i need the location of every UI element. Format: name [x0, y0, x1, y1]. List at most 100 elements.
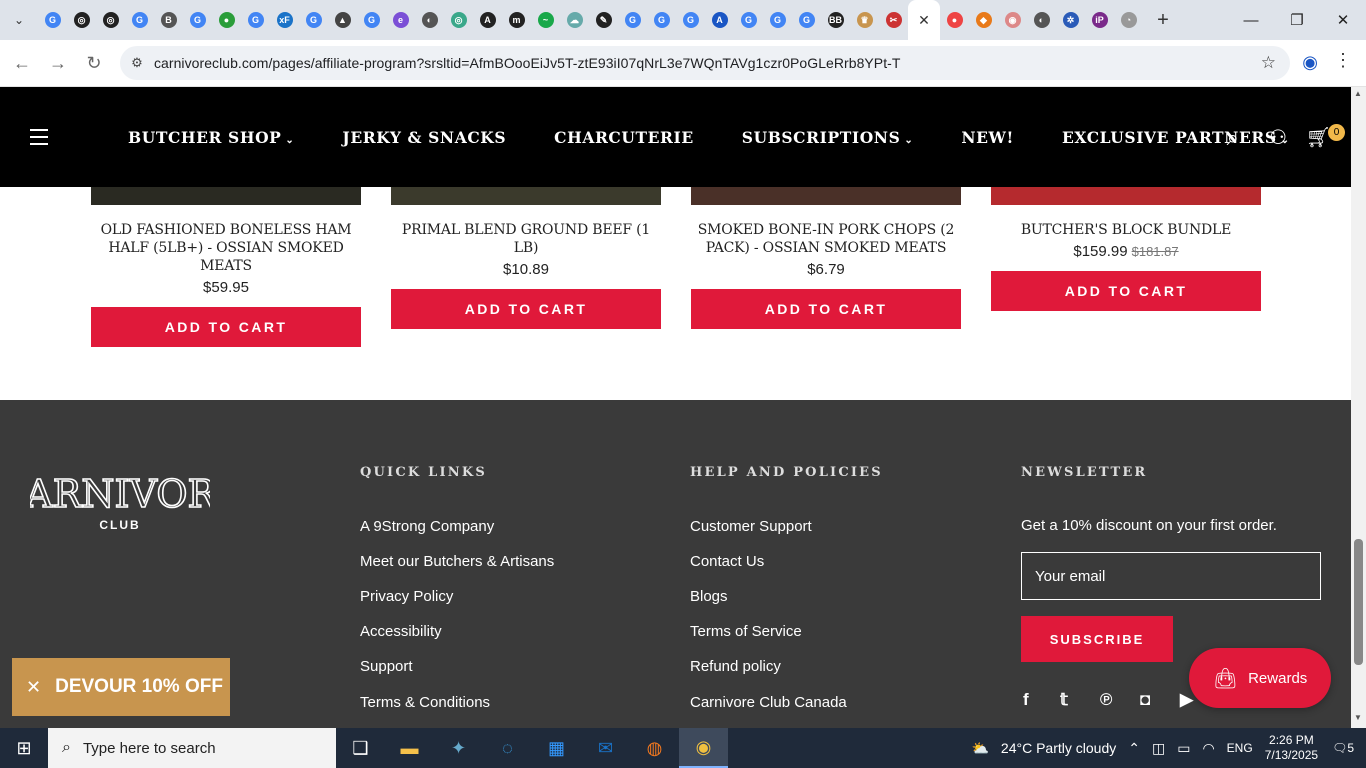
browser-tab[interactable]: G	[241, 0, 270, 40]
product-image[interactable]	[91, 187, 361, 205]
carnivore-club-logo[interactable]: CARNIVORE CLUB	[30, 463, 210, 543]
edge-icon[interactable]: ◌	[483, 728, 532, 768]
footer-link[interactable]: Meet our Butchers & Artisans	[360, 553, 554, 570]
browser-tab[interactable]: G	[357, 0, 386, 40]
browser-tab[interactable]: ●	[212, 0, 241, 40]
forward-arrow-icon[interactable]: →	[40, 45, 76, 81]
footer-link[interactable]: Terms & Conditions	[360, 694, 490, 711]
twitter-icon[interactable]: 𝕥	[1060, 690, 1068, 710]
reload-icon[interactable]: ↻	[76, 45, 112, 81]
product-title[interactable]: BUTCHER'S BLOCK BUNDLE	[991, 221, 1261, 239]
browser-tab[interactable]: G	[299, 0, 328, 40]
browser-tab[interactable]: e	[386, 0, 415, 40]
browser-tab[interactable]: ◆	[969, 0, 998, 40]
nav-item[interactable]: SUBSCRIPTIONS ⌄	[742, 128, 914, 147]
facebook-icon[interactable]: f	[1023, 690, 1029, 710]
search-icon[interactable]: ⌕	[1227, 125, 1239, 151]
browser-tab[interactable]: ~	[531, 0, 560, 40]
add-to-cart-button[interactable]: ADD TO CART	[691, 289, 961, 329]
footer-link[interactable]: Contact Us	[690, 553, 764, 570]
footer-link[interactable]: Customer Support	[690, 518, 812, 535]
clock[interactable]: 2:26 PM 7/13/2025	[1265, 733, 1318, 763]
task-view-icon[interactable]: ❑	[336, 728, 385, 768]
file-explorer-icon[interactable]: ▬	[385, 728, 434, 768]
windows-start-icon[interactable]: ⊞	[0, 728, 48, 768]
footer-link[interactable]: A 9Strong Company	[360, 518, 494, 535]
browser-tab[interactable]: A	[705, 0, 734, 40]
browser-tab[interactable]: xF	[270, 0, 299, 40]
product-title[interactable]: PRIMAL BLEND GROUND BEEF (1 LB)	[391, 221, 661, 257]
browser-tab[interactable]: ✎	[589, 0, 618, 40]
browser-tab[interactable]: G	[183, 0, 212, 40]
add-to-cart-button[interactable]: ADD TO CART	[91, 307, 361, 347]
page-scrollbar[interactable]: ▲ ▼	[1351, 87, 1366, 728]
browser-tab[interactable]: G	[38, 0, 67, 40]
footer-link[interactable]: Carnivore Club Canada	[690, 694, 847, 711]
browser-tab[interactable]: ◉	[998, 0, 1027, 40]
new-tab-button[interactable]: +	[1149, 6, 1177, 34]
nav-item[interactable]: JERKY & SNACKS	[342, 128, 506, 147]
browser-tab[interactable]: m	[502, 0, 531, 40]
add-to-cart-button[interactable]: ADD TO CART	[391, 289, 661, 329]
browser-tab[interactable]: G	[618, 0, 647, 40]
language-indicator[interactable]: ENG	[1227, 741, 1253, 755]
scroll-up-icon[interactable]: ▲	[1354, 89, 1362, 98]
hamburger-menu-icon[interactable]	[30, 129, 48, 150]
notification-icon[interactable]: 🗨︎5	[1332, 741, 1354, 755]
chrome-icon[interactable]: ◉	[679, 728, 728, 768]
product-image[interactable]	[691, 187, 961, 205]
pinterest-icon[interactable]: ℗	[1100, 690, 1113, 710]
footer-link[interactable]: Blogs	[690, 588, 728, 605]
browser-tab[interactable]: A	[473, 0, 502, 40]
store-icon[interactable]: ▦	[532, 728, 581, 768]
browser-tab[interactable]: ✂	[879, 0, 908, 40]
active-browser-tab[interactable]: ✕	[908, 0, 940, 40]
profile-icon[interactable]: ◉	[1302, 52, 1318, 73]
scrollbar-thumb[interactable]	[1354, 539, 1363, 665]
browser-tab[interactable]: B	[154, 0, 183, 40]
copilot-icon[interactable]: ✦	[434, 728, 483, 768]
weather-text[interactable]: 24°C Partly cloudy	[1001, 740, 1116, 756]
browser-tab[interactable]: ◎	[67, 0, 96, 40]
browser-tab[interactable]: ●	[940, 0, 969, 40]
browser-tab[interactable]: G	[792, 0, 821, 40]
browser-tab[interactable]: ♛	[850, 0, 879, 40]
bookmark-star-icon[interactable]: ☆	[1261, 53, 1276, 73]
nav-item[interactable]: EXCLUSIVE PARTNERS ⌄	[1062, 128, 1290, 147]
footer-link[interactable]: Support	[360, 658, 413, 675]
browser-tab[interactable]: G	[647, 0, 676, 40]
browser-tab[interactable]: ▲	[328, 0, 357, 40]
scroll-down-icon[interactable]: ▼	[1354, 713, 1362, 722]
battery-icon[interactable]: ▭	[1177, 740, 1190, 757]
close-tab-icon[interactable]: ✕	[918, 12, 930, 29]
address-bar[interactable]: ⚙ carnivoreclub.com/pages/affiliate-prog…	[120, 46, 1290, 80]
subscribe-button[interactable]: SUBSCRIBE	[1021, 616, 1173, 662]
browser-tab[interactable]: ✲	[1056, 0, 1085, 40]
nav-item[interactable]: NEW!	[961, 128, 1014, 147]
url-text[interactable]: carnivoreclub.com/pages/affiliate-progra…	[154, 55, 900, 71]
browser-tab[interactable]: G	[676, 0, 705, 40]
cart-icon[interactable]: 🛒︎	[1306, 125, 1331, 150]
close-icon[interactable]: ✕	[26, 677, 41, 698]
product-image[interactable]	[391, 187, 661, 205]
browser-menu-icon[interactable]: ⋮	[1334, 50, 1352, 71]
maximize-icon[interactable]: ❐	[1274, 0, 1320, 40]
account-icon[interactable]: ⚇	[1269, 125, 1287, 150]
product-image[interactable]	[991, 187, 1261, 205]
site-info-icon[interactable]: ⚙	[120, 55, 154, 71]
footer-link[interactable]: Refund policy	[690, 658, 781, 675]
tab-search-chevron-icon[interactable]: ⌄	[6, 7, 32, 33]
wifi-icon[interactable]: ◠	[1202, 740, 1214, 757]
browser-tab[interactable]: ◎	[444, 0, 473, 40]
browser-tab[interactable]: ☁	[560, 0, 589, 40]
weather-icon[interactable]: ⛅	[971, 740, 988, 757]
browser-tab[interactable]: ◐	[1027, 0, 1056, 40]
footer-link[interactable]: Terms of Service	[690, 623, 802, 640]
outlook-icon[interactable]: ✉	[581, 728, 630, 768]
tray-chevron-icon[interactable]: ⌃	[1128, 740, 1140, 757]
product-title[interactable]: SMOKED BONE-IN PORK CHOPS (2 PACK) - OSS…	[691, 221, 961, 257]
taskbar-search[interactable]: ⌕ Type here to search	[48, 728, 336, 768]
add-to-cart-button[interactable]: ADD TO CART	[991, 271, 1261, 311]
back-arrow-icon[interactable]: ←	[4, 45, 40, 81]
promo-banner[interactable]: ✕ DEVOUR 10% OFF	[12, 658, 230, 716]
